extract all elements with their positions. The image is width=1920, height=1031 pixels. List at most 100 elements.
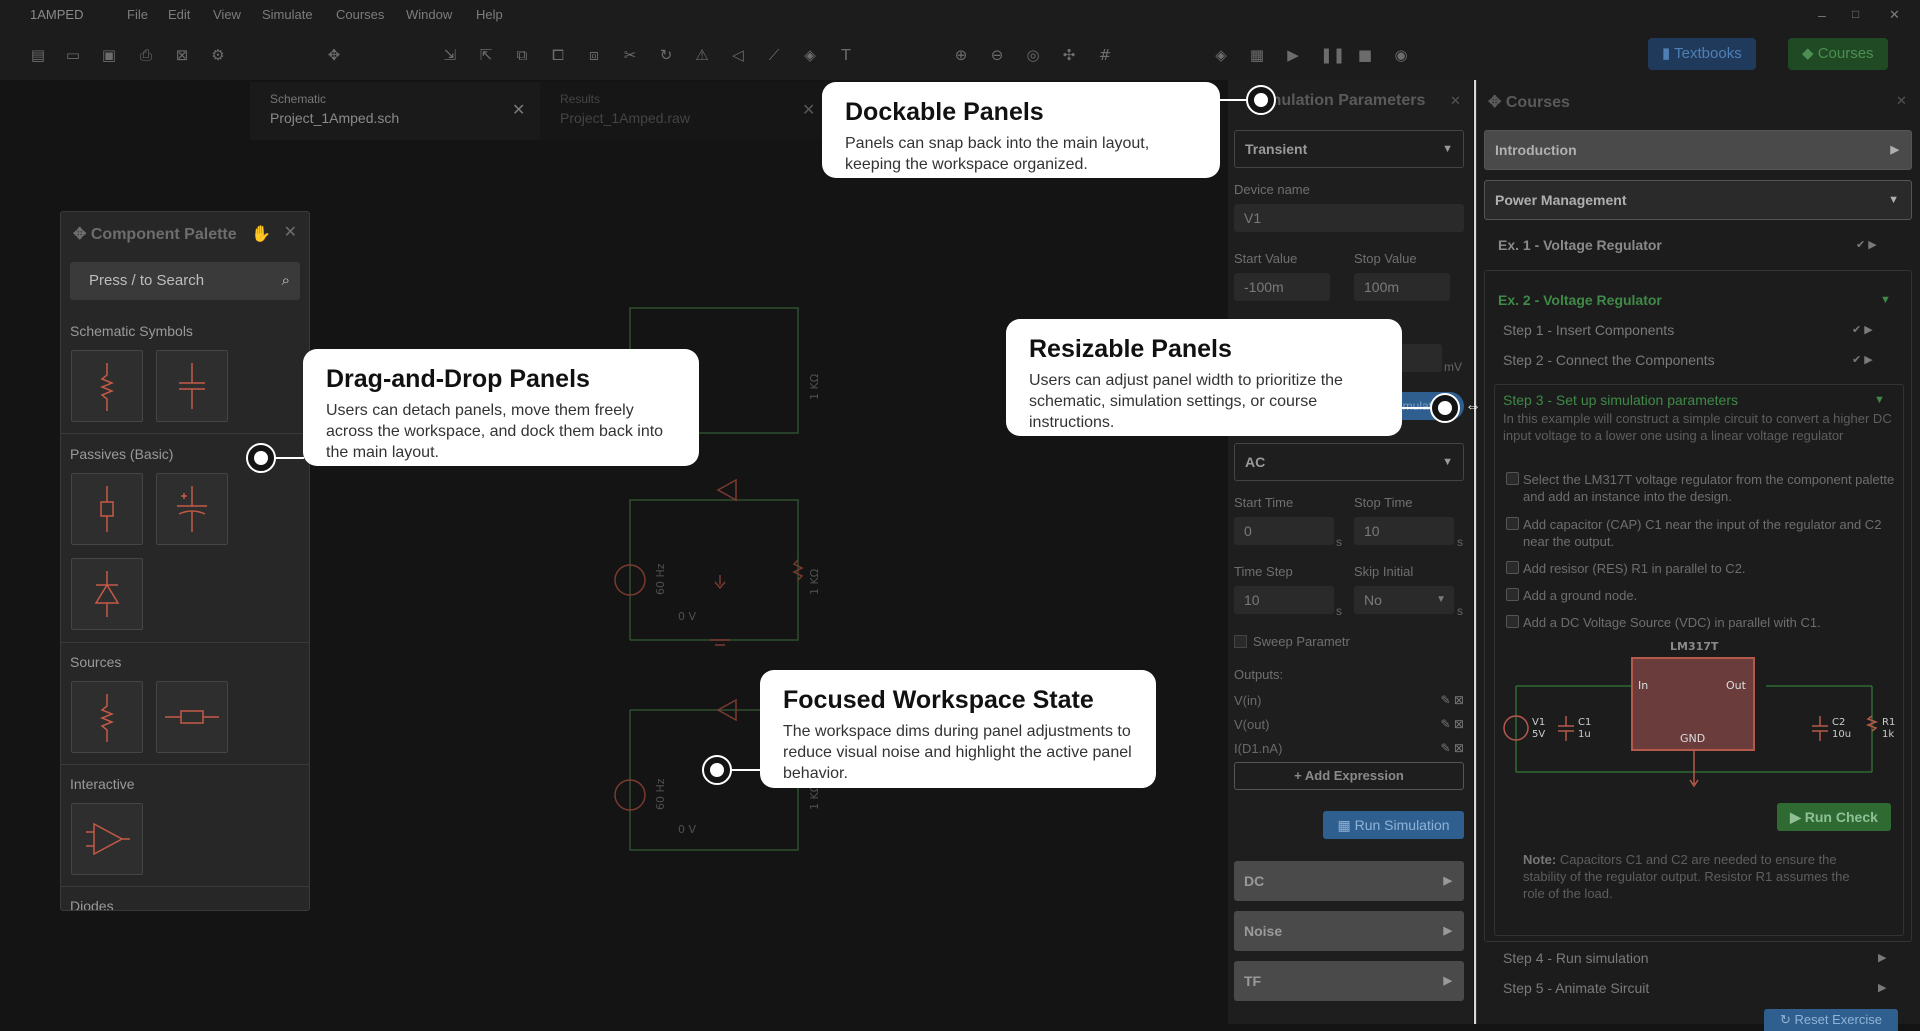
copy-icon[interactable]: ⧉ — [513, 46, 531, 64]
zoom-out-icon[interactable]: ⊖ — [988, 46, 1006, 64]
task-item[interactable]: Select the LM317T voltage regulator from… — [1506, 471, 1906, 505]
panel-resize-divider[interactable] — [1474, 80, 1476, 1024]
move-icon[interactable]: ✥ — [325, 46, 343, 64]
close-sim-panel-icon[interactable]: ✕ — [1450, 93, 1461, 109]
palette-diode[interactable] — [71, 558, 143, 630]
component-icon[interactable]: ◈ — [1212, 46, 1230, 64]
close-tab-icon[interactable]: ✕ — [802, 100, 815, 120]
export-icon[interactable]: ⇱ — [477, 46, 495, 64]
stop-icon[interactable]: ■ — [1356, 46, 1374, 64]
menu-courses[interactable]: Courses — [336, 7, 384, 22]
maximize-icon[interactable]: □ — [1852, 7, 1859, 21]
menu-window[interactable]: Window — [406, 7, 452, 22]
start-time-field[interactable]: 0 — [1234, 517, 1334, 545]
task-checkbox[interactable] — [1506, 615, 1519, 628]
grid-icon[interactable]: # — [1096, 46, 1114, 64]
zoom-fit-icon[interactable]: ◎ — [1024, 46, 1042, 64]
add-expression-button[interactable]: + Add Expression — [1234, 762, 1464, 790]
palette-polarized-capacitor[interactable] — [156, 473, 228, 545]
courses-button[interactable]: ◆ Courses — [1788, 38, 1888, 70]
device-name-field[interactable]: V1 — [1234, 204, 1464, 232]
section-tf[interactable]: TF ▶ — [1234, 961, 1464, 1001]
palette-voltage-source[interactable] — [71, 681, 143, 753]
stop-time-field[interactable]: 10 — [1354, 517, 1454, 545]
section-dc[interactable]: DC ▶ — [1234, 861, 1464, 901]
play-icon[interactable]: ▶ — [1284, 46, 1302, 64]
palette-search-input[interactable]: Press / to Search ⌕ — [70, 262, 300, 300]
section-introduction[interactable]: Introduction ▶ — [1484, 130, 1912, 170]
task-item[interactable]: Add a ground node. — [1506, 587, 1906, 604]
settings-icon[interactable]: ⚙ — [209, 46, 227, 64]
close-tab-icon[interactable]: ✕ — [512, 100, 525, 120]
graph-icon[interactable]: ▦ — [1248, 46, 1266, 64]
menu-edit[interactable]: Edit — [168, 7, 190, 22]
print-icon[interactable]: ⎙ — [137, 46, 155, 64]
task-checkbox[interactable] — [1506, 561, 1519, 574]
probe-icon[interactable]: ◈ — [801, 46, 819, 64]
tab-results[interactable]: Results Project_1Amped.raw ✕ — [540, 82, 830, 140]
edit-delete-icons[interactable]: ✎ ⊠ — [1441, 693, 1464, 707]
ac-select[interactable]: AC ▼ — [1234, 443, 1464, 481]
close-palette-icon[interactable]: ✕ — [284, 222, 297, 242]
open-folder-icon[interactable]: ▭ — [64, 46, 82, 64]
task-item[interactable]: Add a DC Voltage Source (VDC) in paralle… — [1506, 614, 1906, 631]
exercise-1[interactable]: Ex. 1 - Voltage Regulator — [1498, 237, 1662, 253]
start-value-field[interactable]: -100m — [1234, 273, 1330, 301]
cut-icon[interactable]: ✂ — [621, 46, 639, 64]
step-2[interactable]: Step 2 - Connect the Components — [1503, 352, 1715, 368]
menu-view[interactable]: View — [213, 7, 241, 22]
step-5[interactable]: Step 5 - Animate Sircuit — [1503, 980, 1649, 996]
sweep-checkbox[interactable] — [1234, 635, 1247, 648]
pan-icon[interactable]: ✣ — [1060, 46, 1078, 64]
reset-exercise-button[interactable]: ↻ Reset Exercise — [1764, 1009, 1898, 1031]
menu-help[interactable]: Help — [476, 7, 503, 22]
new-file-icon[interactable]: ▤ — [29, 46, 47, 64]
flip-icon[interactable]: ◁ — [729, 46, 747, 64]
task-checkbox[interactable] — [1506, 588, 1519, 601]
palette-resistor[interactable] — [71, 350, 143, 422]
step-3[interactable]: Step 3 - Set up simulation parameters — [1503, 392, 1738, 408]
analysis-type-select[interactable]: Transient ▼ — [1234, 130, 1464, 168]
run-simulation-button[interactable]: ▦ Run Simulation — [1323, 811, 1464, 839]
section-noise[interactable]: Noise ▶ — [1234, 911, 1464, 951]
close-courses-panel-icon[interactable]: ✕ — [1896, 93, 1907, 109]
wire-icon[interactable]: ⟋ — [765, 46, 783, 64]
minimize-icon[interactable]: – — [1818, 7, 1826, 23]
palette-inductor[interactable] — [71, 473, 143, 545]
section-power-management[interactable]: Power Management ▼ — [1484, 180, 1912, 220]
textbooks-button[interactable]: ▮ Textbooks — [1648, 38, 1756, 70]
warning-icon[interactable]: ⚠ — [693, 46, 711, 64]
import-icon[interactable]: ⇲ — [441, 46, 459, 64]
run-check-button[interactable]: ▶ Run Check — [1777, 803, 1891, 831]
skip-initial-select[interactable]: No ▼ — [1354, 586, 1454, 614]
time-step-field[interactable]: 10 — [1234, 586, 1334, 614]
stop-value-field[interactable]: 100m — [1354, 273, 1450, 301]
palette-current-source[interactable] — [156, 681, 228, 753]
component-palette[interactable]: ✥ Component Palette ✋ ✕ Press / to Searc… — [60, 211, 310, 911]
zoom-in-icon[interactable]: ⊕ — [952, 46, 970, 64]
tab-schematic[interactable]: Schematic Project_1Amped.sch ✕ — [250, 82, 540, 140]
close-file-icon[interactable]: ⊠ — [173, 46, 191, 64]
drag-handle-icon[interactable]: ✥ — [73, 226, 91, 243]
paste-icon[interactable]: ⧠ — [549, 46, 567, 64]
edit-delete-icons[interactable]: ✎ ⊠ — [1441, 741, 1464, 755]
task-checkbox[interactable] — [1506, 517, 1519, 530]
menu-simulate[interactable]: Simulate — [262, 7, 313, 22]
task-item[interactable]: Add resisor (RES) R1 in parallel to C2. — [1506, 560, 1906, 577]
save-icon[interactable]: ▣ — [100, 46, 118, 64]
duplicate-icon[interactable]: ⧈ — [585, 46, 603, 64]
menu-file[interactable]: File — [127, 7, 148, 22]
visibility-icon[interactable]: ◉ — [1392, 46, 1410, 64]
redo-icon[interactable]: ↻ — [657, 46, 675, 64]
edit-delete-icons[interactable]: ✎ ⊠ — [1441, 717, 1464, 731]
exercise-2[interactable]: Ex. 2 - Voltage Regulator — [1498, 292, 1662, 308]
palette-amplifier[interactable] — [71, 803, 143, 875]
pause-icon[interactable]: ❚❚ — [1320, 46, 1345, 64]
step-4[interactable]: Step 4 - Run simulation — [1503, 950, 1649, 966]
drag-handle-icon[interactable]: ✥ — [1488, 94, 1506, 111]
task-checkbox[interactable] — [1506, 472, 1519, 485]
text-icon[interactable]: T — [837, 46, 855, 64]
palette-capacitor[interactable] — [156, 350, 228, 422]
step-1[interactable]: Step 1 - Insert Components — [1503, 322, 1674, 338]
task-item[interactable]: Add capacitor (CAP) C1 near the input of… — [1506, 516, 1906, 550]
